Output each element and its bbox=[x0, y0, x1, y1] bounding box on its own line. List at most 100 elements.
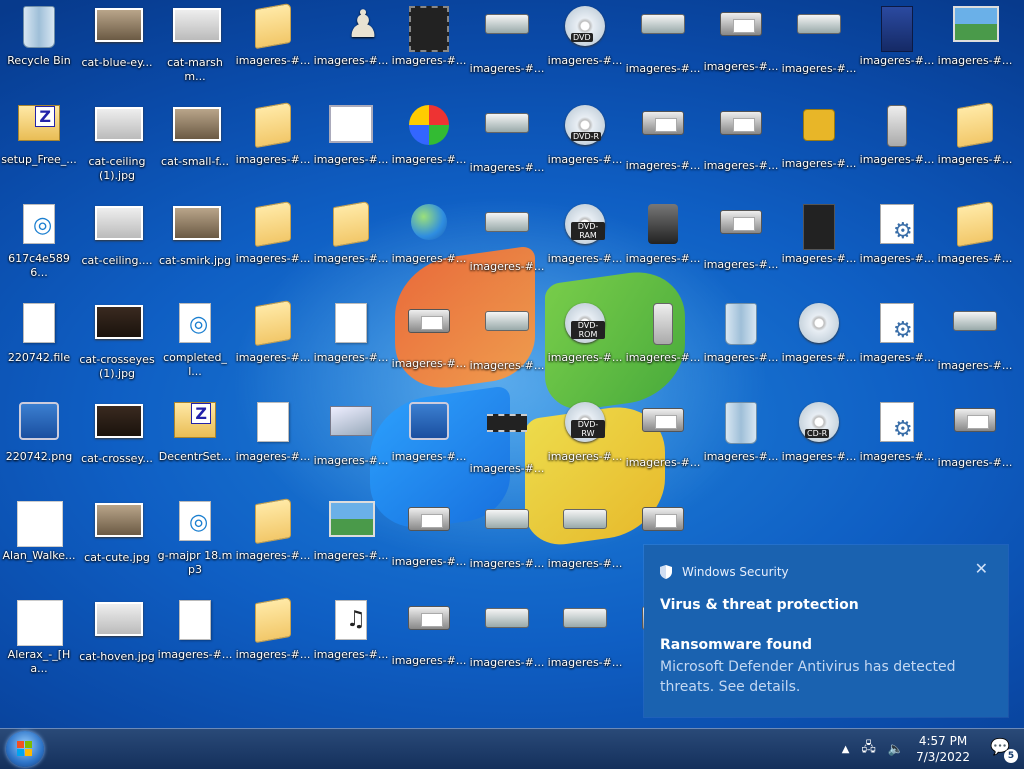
desktop-icon[interactable]: cat-blue-ey... bbox=[78, 0, 156, 92]
desktop-icon[interactable]: setup_Free_... bbox=[0, 99, 78, 191]
desktop-icon[interactable]: imageres-#... bbox=[858, 99, 936, 191]
desktop-icon[interactable]: imageres-#... bbox=[390, 99, 468, 191]
desktop-icon-label: imageres-#... bbox=[235, 450, 311, 463]
desktop-icon[interactable]: DVD imageres-#... bbox=[546, 0, 624, 92]
desktop-icon[interactable]: imageres-#... bbox=[624, 198, 702, 290]
desktop-icon[interactable]: imageres-#... bbox=[390, 396, 468, 488]
volume-icon[interactable]: 🔈 bbox=[888, 742, 904, 757]
desktop-icon[interactable]: imageres-#... bbox=[624, 99, 702, 191]
desktop-icon[interactable]: DVD-R imageres-#... bbox=[546, 99, 624, 191]
show-hidden-icons-icon[interactable]: ▲ bbox=[842, 744, 850, 755]
desktop-icon-label: imageres-#... bbox=[235, 648, 311, 661]
close-icon[interactable]: ✕ bbox=[975, 559, 988, 578]
desktop-icon[interactable]: imageres-#... bbox=[468, 594, 546, 686]
desktop-icon[interactable]: imageres-#... bbox=[390, 594, 468, 686]
desktop-icon[interactable]: CD-R imageres-#... bbox=[780, 396, 858, 488]
desktop-icon[interactable]: Alerax_-_[Ha... bbox=[0, 594, 78, 686]
desktop-icon-label: imageres-#... bbox=[391, 357, 467, 370]
windows-security-notification[interactable]: Windows Security ✕ Virus & threat protec… bbox=[644, 545, 1008, 717]
desktop-icon[interactable]: imageres-#... bbox=[468, 297, 546, 389]
desktop-icon[interactable]: imageres-#... bbox=[936, 99, 1014, 191]
start-button[interactable] bbox=[6, 731, 44, 767]
desktop-icon[interactable]: imageres-#... bbox=[624, 396, 702, 488]
desktop-icon[interactable]: imageres-#... bbox=[390, 297, 468, 389]
desktop-icon[interactable]: imageres-#... bbox=[234, 396, 312, 488]
desktop-icon[interactable]: imageres-#... bbox=[936, 297, 1014, 389]
desktop-icon[interactable]: imageres-#... bbox=[234, 495, 312, 587]
desktop-icon[interactable]: imageres-#... bbox=[780, 0, 858, 92]
desktop-icon[interactable]: cat-hoven.jpg bbox=[78, 594, 156, 686]
file-icon bbox=[173, 402, 217, 446]
desktop-icon[interactable]: cat-cute.jpg bbox=[78, 495, 156, 587]
desktop-icon[interactable]: imageres-#... bbox=[312, 594, 390, 686]
desktop-icon[interactable]: cat-crosseyes (1).jpg bbox=[78, 297, 156, 389]
desktop-icon[interactable]: g-majpr 18.mp3 bbox=[156, 495, 234, 587]
desktop-icon[interactable]: imageres-#... bbox=[702, 0, 780, 92]
network-icon[interactable]: 🖧 bbox=[861, 738, 876, 760]
desktop-icon[interactable]: imageres-#... bbox=[390, 198, 468, 290]
desktop-icon[interactable]: imageres-#... bbox=[624, 297, 702, 389]
desktop-icon[interactable]: imageres-#... bbox=[234, 99, 312, 191]
desktop-icon[interactable]: imageres-#... bbox=[858, 396, 936, 488]
desktop-icon-label: imageres-#... bbox=[625, 351, 701, 364]
desktop-icon[interactable]: imageres-#... bbox=[156, 594, 234, 686]
desktop-icon[interactable]: imageres-#... bbox=[858, 198, 936, 290]
desktop-icon[interactable]: imageres-#... bbox=[780, 99, 858, 191]
notification-body[interactable]: Microsoft Defender Antivirus has detecte… bbox=[660, 657, 990, 697]
desktop-icon[interactable]: imageres-#... bbox=[936, 198, 1014, 290]
desktop-icon[interactable]: 220742.png bbox=[0, 396, 78, 488]
desktop-icon[interactable]: imageres-#... bbox=[234, 198, 312, 290]
desktop-icon[interactable]: DVD-ROM imageres-#... bbox=[546, 297, 624, 389]
desktop-icon[interactable]: imageres-#... bbox=[702, 99, 780, 191]
desktop-icon[interactable]: imageres-#... bbox=[546, 495, 624, 587]
file-icon bbox=[17, 105, 61, 149]
desktop-icon[interactable]: 220742.file bbox=[0, 297, 78, 389]
desktop-icon[interactable]: Alan_Walke... bbox=[0, 495, 78, 587]
desktop-icon[interactable]: cat-crossey... bbox=[78, 396, 156, 488]
desktop-icon[interactable]: cat-ceiling (1).jpg bbox=[78, 99, 156, 191]
desktop-icon[interactable]: imageres-#... bbox=[468, 396, 546, 488]
desktop-icon[interactable]: imageres-#... bbox=[936, 396, 1014, 488]
desktop-icon[interactable]: imageres-#... bbox=[546, 594, 624, 686]
desktop-icon-label: imageres-#... bbox=[235, 549, 311, 562]
desktop-icon[interactable]: imageres-#... bbox=[702, 297, 780, 389]
desktop-icon[interactable]: 617c4e5896... bbox=[0, 198, 78, 290]
desktop-icon[interactable]: imageres-#... bbox=[468, 198, 546, 290]
desktop-icon[interactable]: cat-ceiling.... bbox=[78, 198, 156, 290]
desktop-icon[interactable]: completed_l... bbox=[156, 297, 234, 389]
desktop-icon-label: imageres-#... bbox=[469, 62, 545, 75]
desktop-icon[interactable]: imageres-#... bbox=[234, 594, 312, 686]
desktop-icon[interactable]: Recycle Bin bbox=[0, 0, 78, 92]
desktop-icon[interactable]: cat-marshm... bbox=[156, 0, 234, 92]
desktop-icon[interactable]: imageres-#... bbox=[312, 99, 390, 191]
desktop-icon[interactable]: DecentrSet... bbox=[156, 396, 234, 488]
desktop-icon[interactable]: imageres-#... bbox=[312, 0, 390, 92]
desktop-icon[interactable]: cat-smirk.jpg bbox=[156, 198, 234, 290]
desktop-icon[interactable]: imageres-#... bbox=[936, 0, 1014, 92]
desktop-icon[interactable]: imageres-#... bbox=[312, 297, 390, 389]
desktop-icon[interactable]: DVD-RW imageres-#... bbox=[546, 396, 624, 488]
desktop-icon[interactable]: imageres-#... bbox=[780, 198, 858, 290]
desktop-icon[interactable]: imageres-#... bbox=[468, 99, 546, 191]
desktop-icon[interactable]: imageres-#... bbox=[312, 495, 390, 587]
desktop-icon[interactable]: imageres-#... bbox=[312, 198, 390, 290]
desktop-icon[interactable]: DVD-RAM imageres-#... bbox=[546, 198, 624, 290]
disc-type-label: CD-R bbox=[805, 429, 830, 438]
desktop-icon[interactable]: imageres-#... bbox=[624, 0, 702, 92]
desktop-icon[interactable]: imageres-#... bbox=[390, 495, 468, 587]
desktop-icon[interactable]: imageres-#... bbox=[312, 396, 390, 488]
desktop-icon[interactable]: imageres-#... bbox=[390, 0, 468, 92]
desktop-icon[interactable]: imageres-#... bbox=[234, 0, 312, 92]
desktop-icon[interactable]: imageres-#... bbox=[468, 0, 546, 92]
action-center-button[interactable]: 💬 5 bbox=[990, 737, 1018, 763]
desktop-icon[interactable]: imageres-#... bbox=[468, 495, 546, 587]
desktop-icon[interactable]: imageres-#... bbox=[858, 0, 936, 92]
file-icon bbox=[173, 303, 217, 347]
desktop-icon[interactable]: imageres-#... bbox=[234, 297, 312, 389]
clock[interactable]: 4:57 PM 7/3/2022 bbox=[916, 733, 970, 765]
desktop-icon[interactable]: imageres-#... bbox=[858, 297, 936, 389]
desktop-icon[interactable]: imageres-#... bbox=[702, 198, 780, 290]
desktop-icon[interactable]: imageres-#... bbox=[780, 297, 858, 389]
desktop-icon[interactable]: cat-small-f... bbox=[156, 99, 234, 191]
desktop-icon[interactable]: imageres-#... bbox=[702, 396, 780, 488]
